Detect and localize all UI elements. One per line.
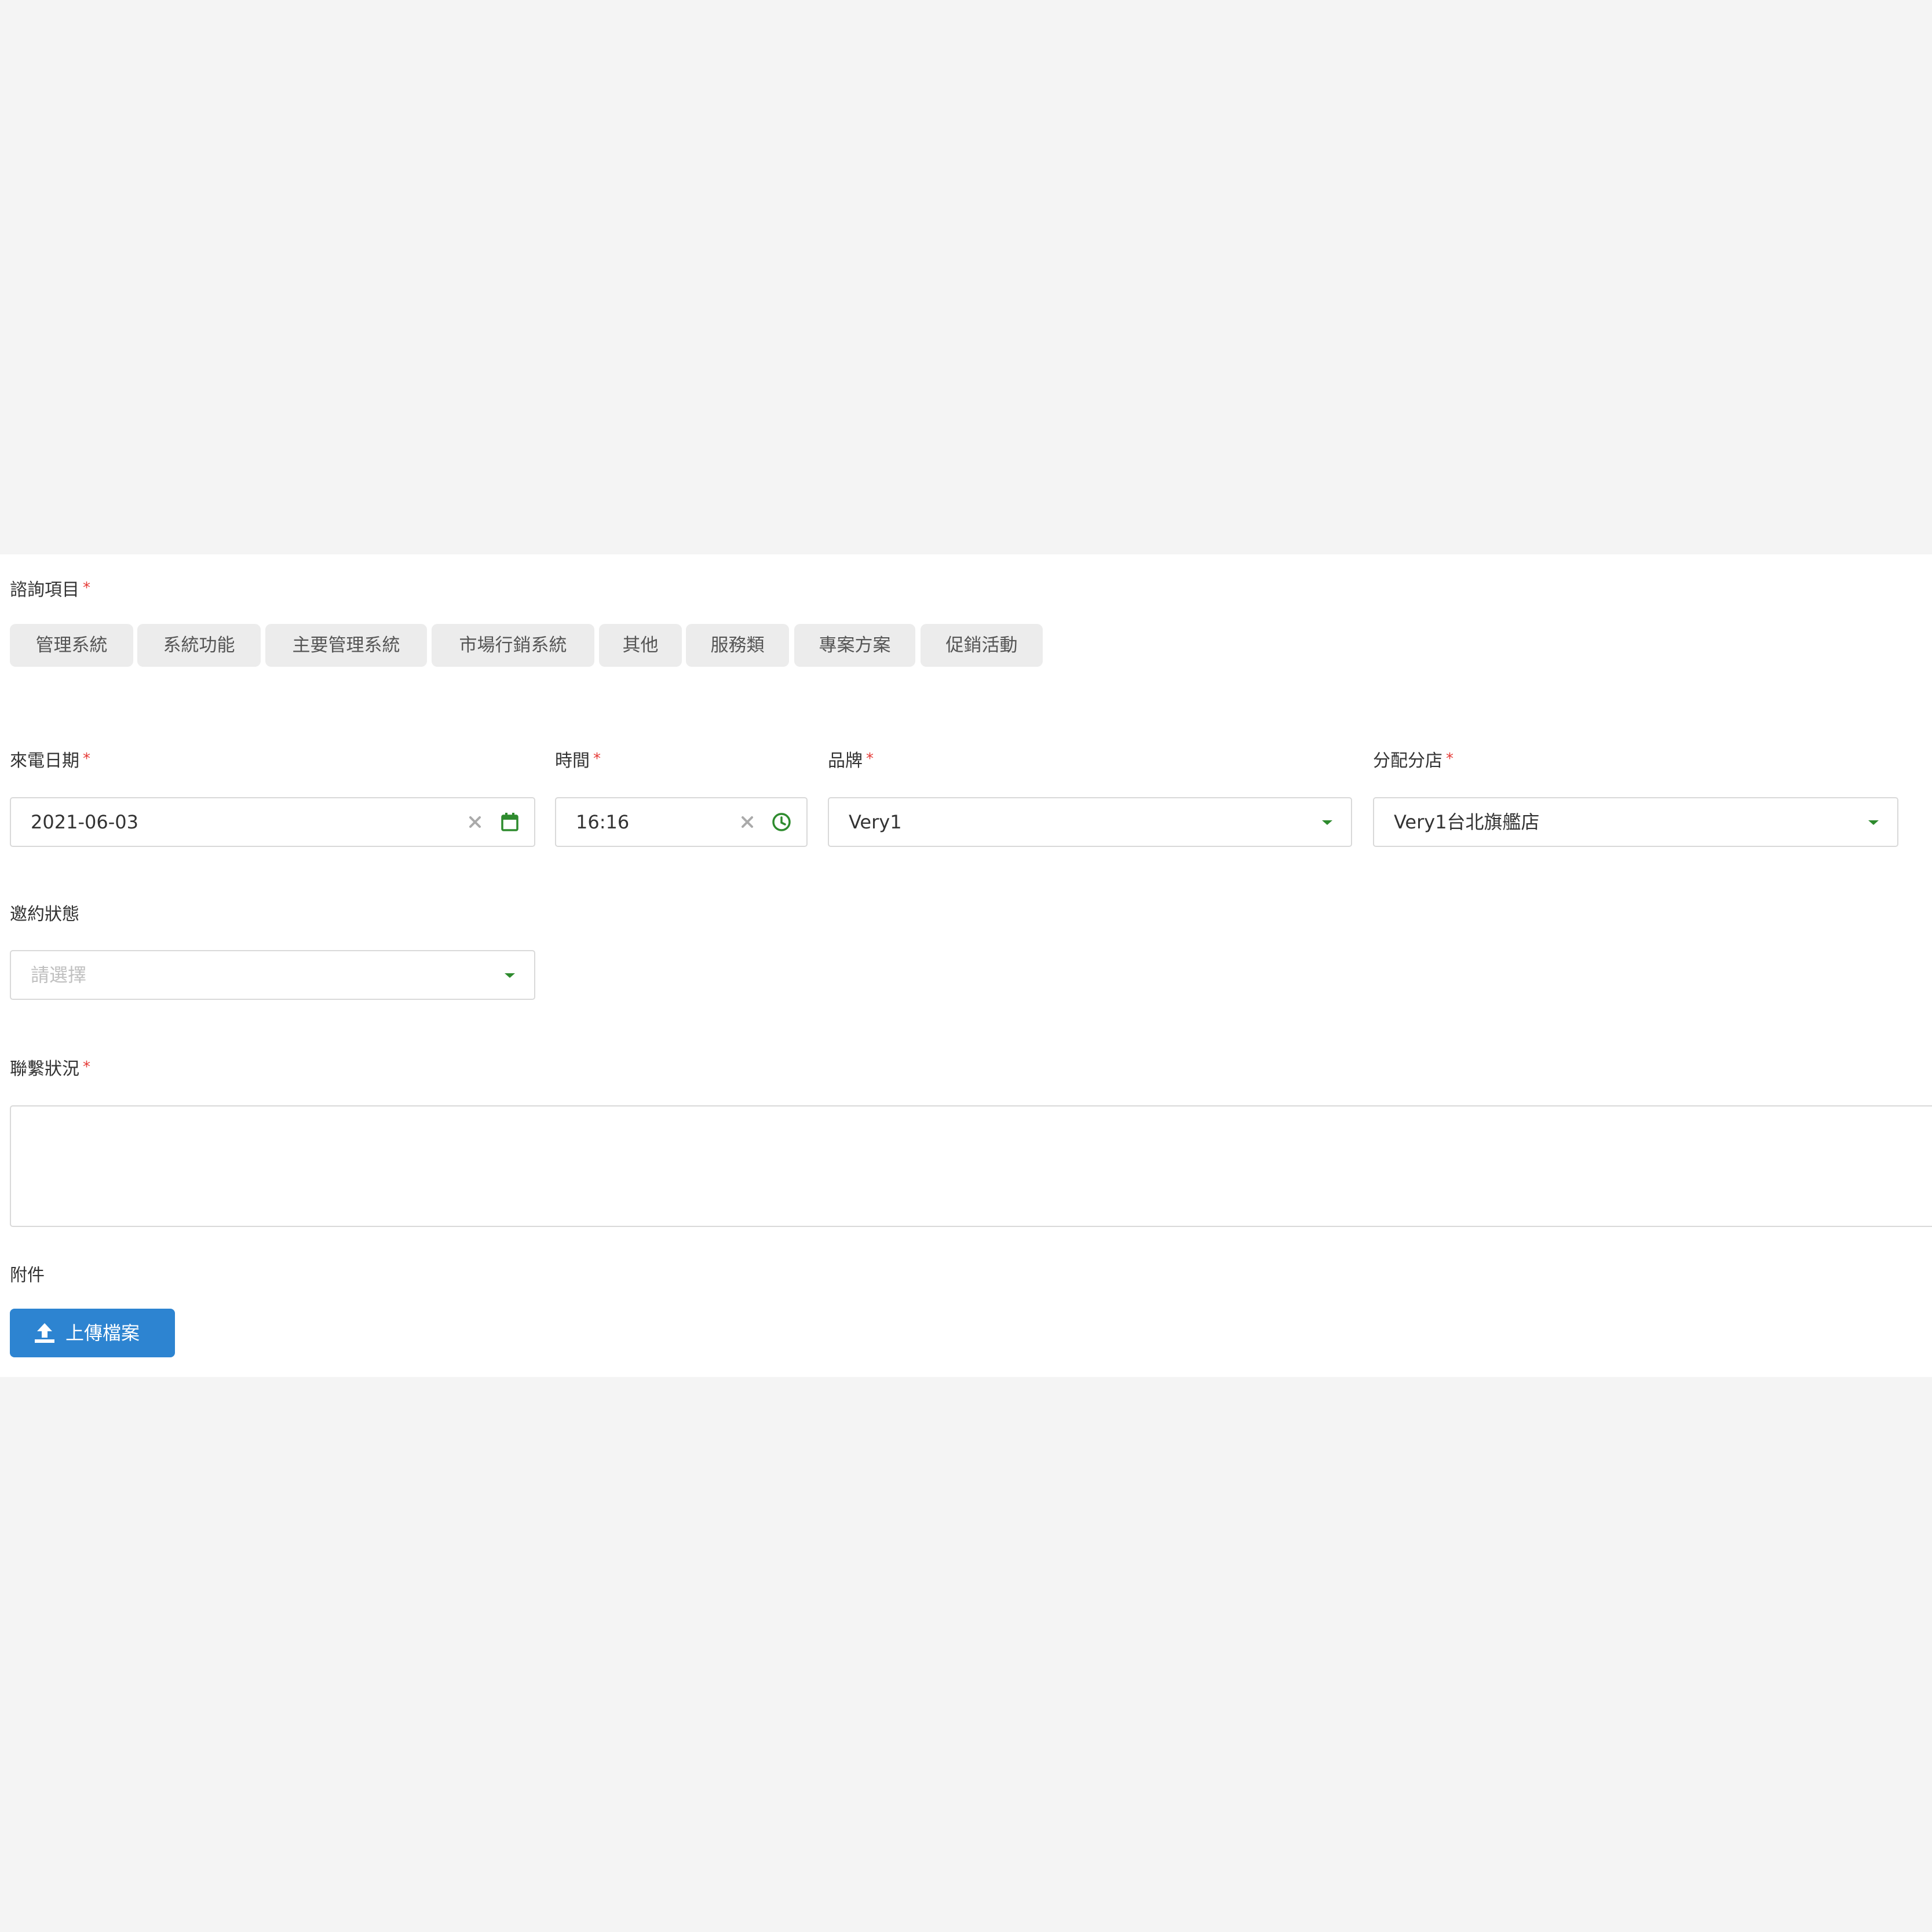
branch-label: 分配分店 * — [1373, 750, 1453, 773]
required-mark: * — [1446, 750, 1453, 768]
time-label-text: 時間 — [555, 751, 590, 771]
call-date-value: 2021-06-03 — [31, 811, 138, 833]
tag-project-plan[interactable]: 專案方案 — [794, 624, 915, 667]
upload-button-label: 上傳檔案 — [65, 1322, 140, 1344]
time-value: 16:16 — [576, 811, 630, 833]
tag-system-function[interactable]: 系統功能 — [137, 624, 261, 667]
time-label: 時間 * — [555, 750, 601, 773]
attachment-label-text: 附件 — [10, 1265, 45, 1285]
caret-down-icon — [1868, 820, 1879, 825]
caret-down-icon — [505, 973, 515, 978]
clear-icon[interactable] — [739, 814, 755, 830]
brand-label-text: 品牌 — [828, 751, 863, 771]
attachment-label: 附件 — [10, 1264, 45, 1287]
call-date-label-text: 來電日期 — [10, 751, 79, 771]
required-mark: * — [83, 579, 90, 597]
clear-icon[interactable] — [467, 814, 483, 830]
invite-status-label: 邀約狀態 — [10, 903, 79, 926]
tag-services[interactable]: 服務類 — [686, 624, 789, 667]
tag-other[interactable]: 其他 — [599, 624, 682, 667]
brand-select[interactable]: Very1 — [828, 797, 1352, 847]
time-input[interactable]: 16:16 — [555, 797, 808, 847]
required-mark: * — [866, 750, 874, 768]
upload-icon — [35, 1323, 54, 1343]
tag-promotion[interactable]: 促銷活動 — [921, 624, 1043, 667]
required-mark: * — [83, 1058, 90, 1076]
brand-label: 品牌 * — [828, 750, 874, 773]
contact-status-label-text: 聯繫狀況 — [10, 1059, 79, 1079]
upload-file-button[interactable]: 上傳檔案 — [10, 1309, 175, 1357]
clock-icon[interactable] — [772, 812, 791, 832]
call-date-input[interactable]: 2021-06-03 — [10, 797, 535, 847]
invite-status-placeholder: 請選擇 — [31, 964, 87, 986]
tag-management-system[interactable]: 管理系統 — [10, 624, 133, 667]
inquiry-label-text: 諮詢項目 — [10, 580, 79, 600]
call-date-label: 來電日期 * — [10, 750, 90, 773]
inquiry-label: 諮詢項目 * — [10, 579, 90, 602]
contact-status-textarea[interactable] — [10, 1105, 1932, 1227]
invite-status-select[interactable]: 請選擇 — [10, 950, 535, 1000]
tag-marketing-system[interactable]: 市場行銷系統 — [432, 624, 594, 667]
brand-value: Very1 — [849, 811, 902, 833]
tag-main-management-system[interactable]: 主要管理系統 — [265, 624, 427, 667]
invite-status-label-text: 邀約狀態 — [10, 904, 79, 925]
required-mark: * — [593, 750, 601, 768]
caret-down-icon — [1322, 820, 1332, 825]
calendar-icon[interactable] — [501, 812, 519, 832]
branch-label-text: 分配分店 — [1373, 751, 1442, 771]
branch-select[interactable]: Very1台北旗艦店 — [1373, 797, 1898, 847]
branch-value: Very1台北旗艦店 — [1394, 811, 1540, 833]
contact-status-label: 聯繫狀況 * — [10, 1058, 90, 1081]
required-mark: * — [83, 750, 90, 768]
